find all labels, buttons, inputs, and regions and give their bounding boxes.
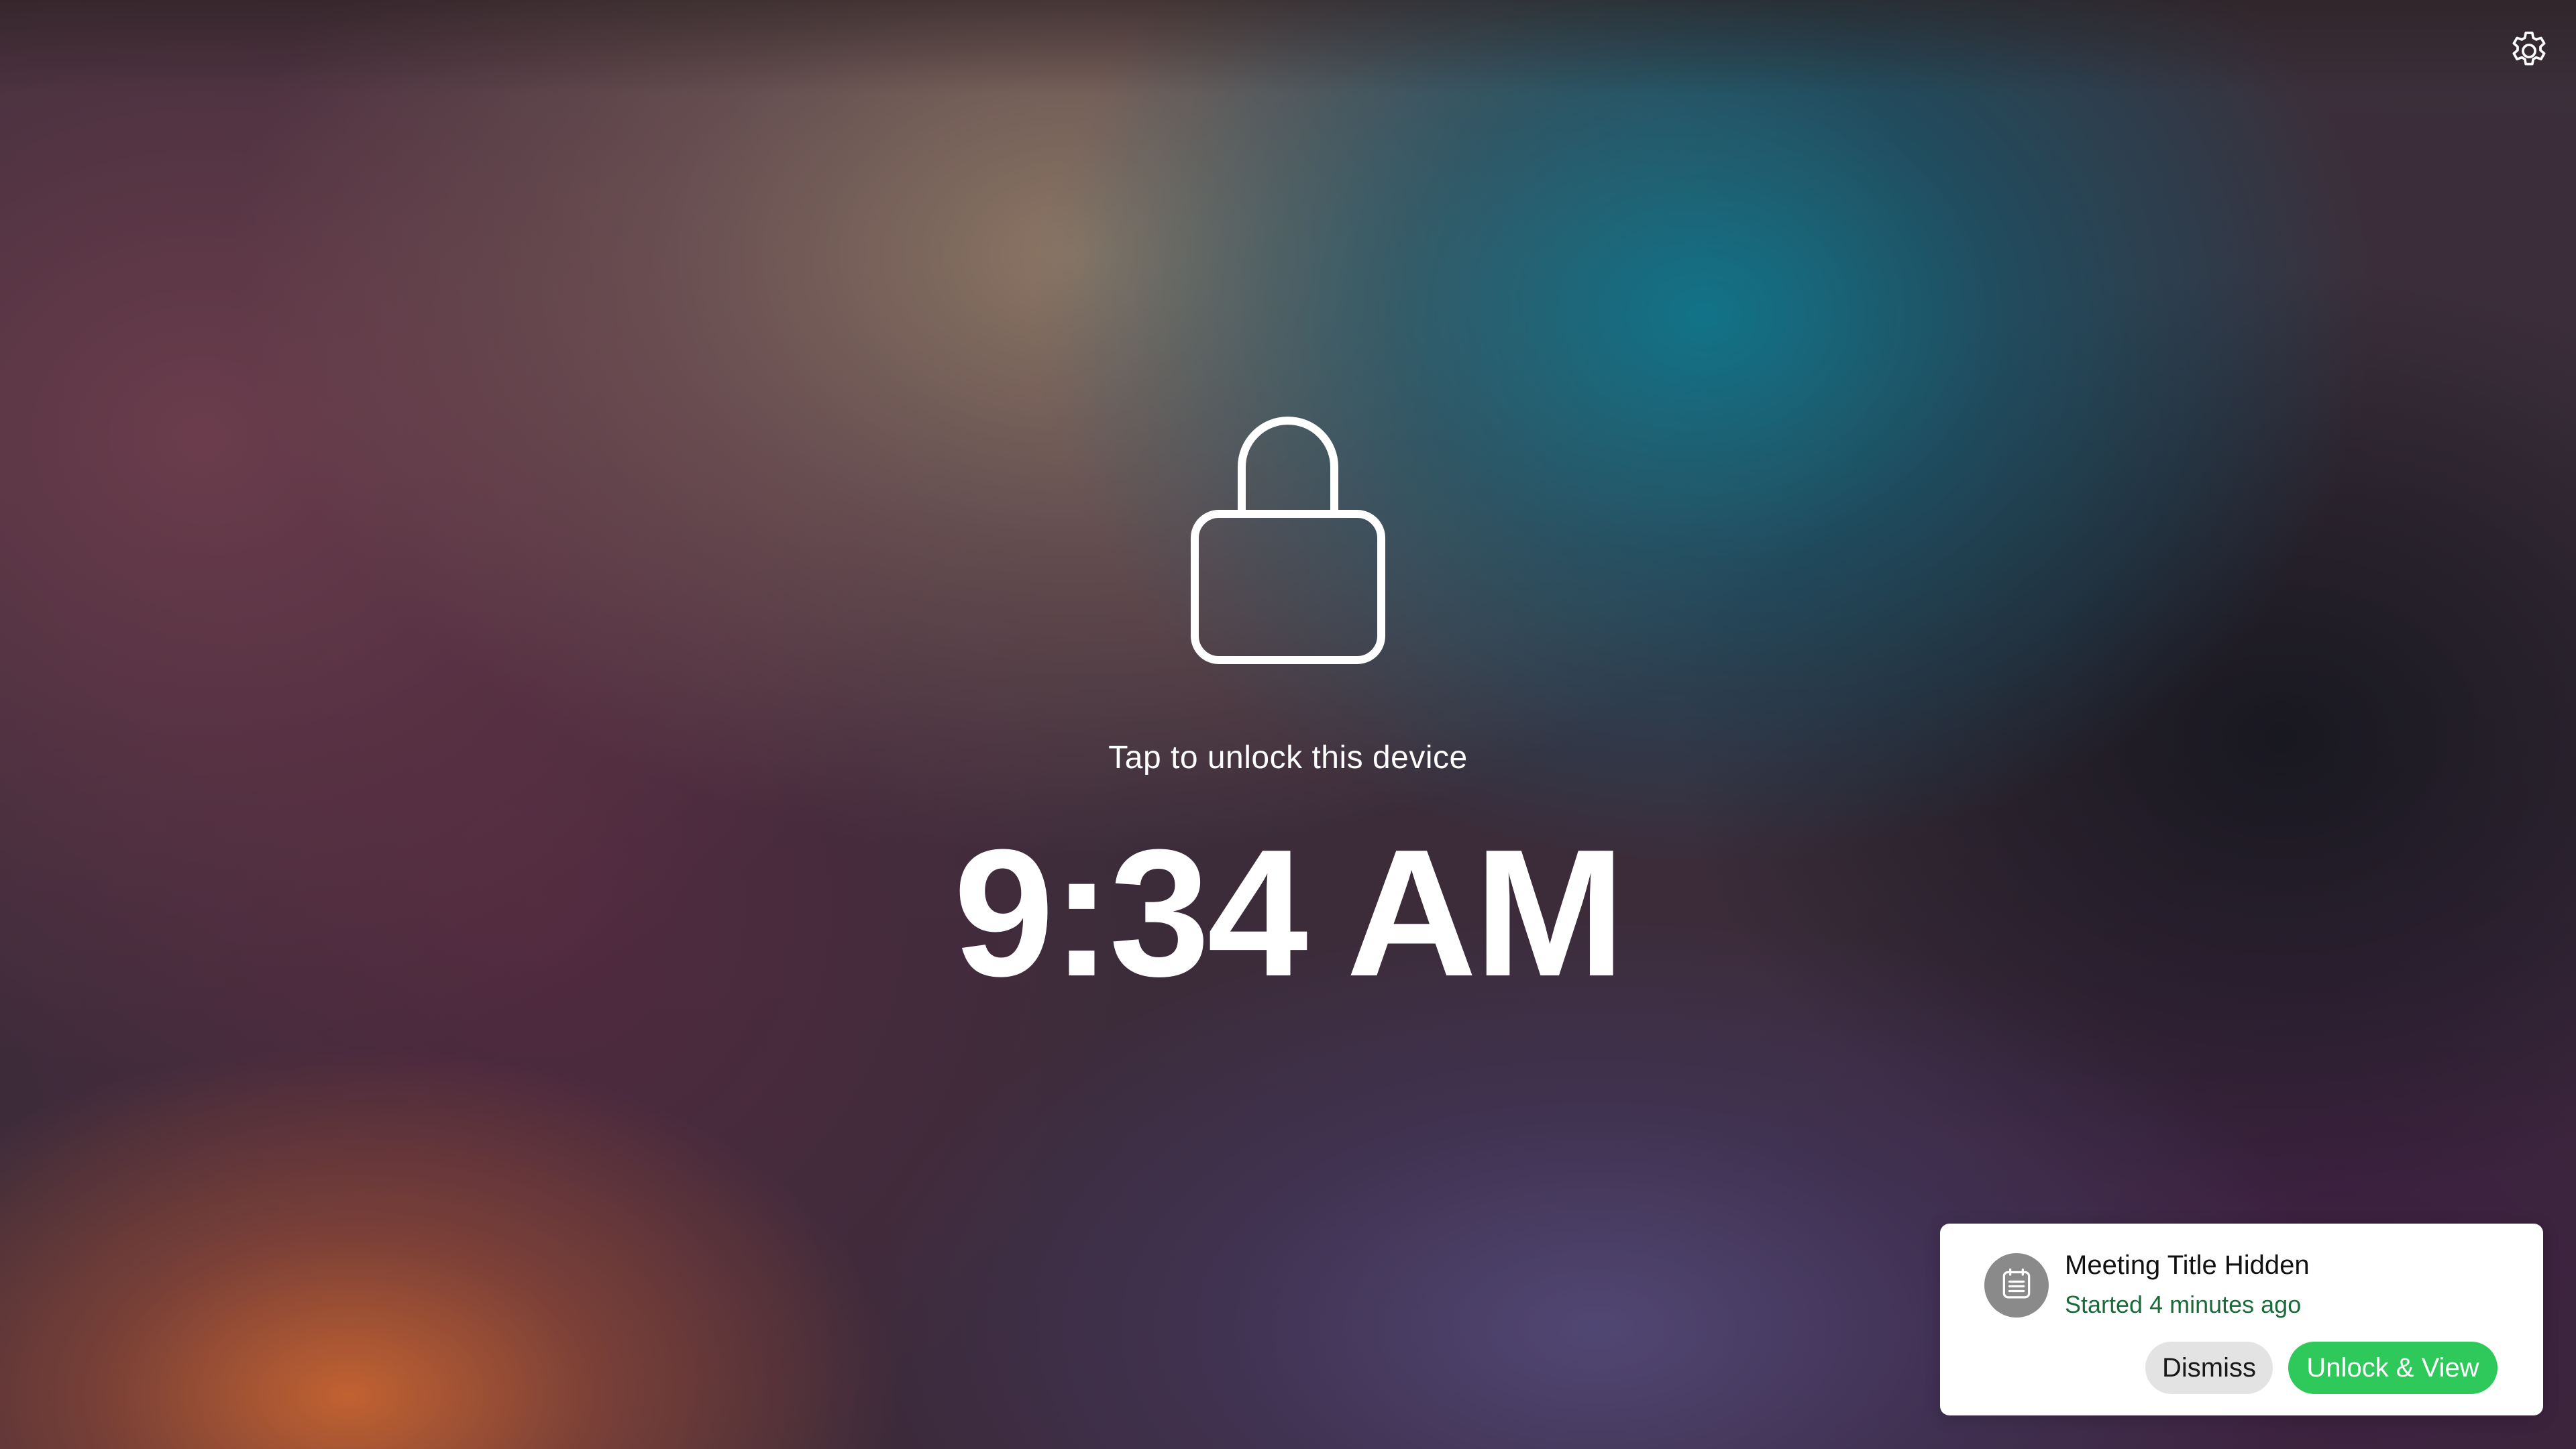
lock-icon — [1191, 416, 1385, 664]
calendar-icon — [1998, 1265, 2035, 1306]
notification-avatar — [1984, 1253, 2049, 1318]
notification-subtitle: Started 4 minutes ago — [2065, 1291, 2302, 1318]
clock-time: 9:34 AM — [953, 812, 1625, 1014]
dismiss-button[interactable]: Dismiss — [2145, 1342, 2273, 1394]
top-shade — [0, 0, 2576, 94]
meeting-notification: Meeting Title Hidden Started 4 minutes a… — [1940, 1224, 2543, 1415]
lock-screen: Tap to unlock this device 9:34 AM Meetin… — [0, 0, 2576, 1449]
unlock-and-view-button[interactable]: Unlock & View — [2288, 1342, 2498, 1394]
unlock-area[interactable]: Tap to unlock this device 9:34 AM — [0, 416, 2576, 1004]
notification-title: Meeting Title Hidden — [2065, 1250, 2310, 1280]
gear-icon — [2506, 28, 2552, 77]
settings-button[interactable] — [2502, 25, 2556, 79]
unlock-hint-text: Tap to unlock this device — [1108, 740, 1468, 775]
